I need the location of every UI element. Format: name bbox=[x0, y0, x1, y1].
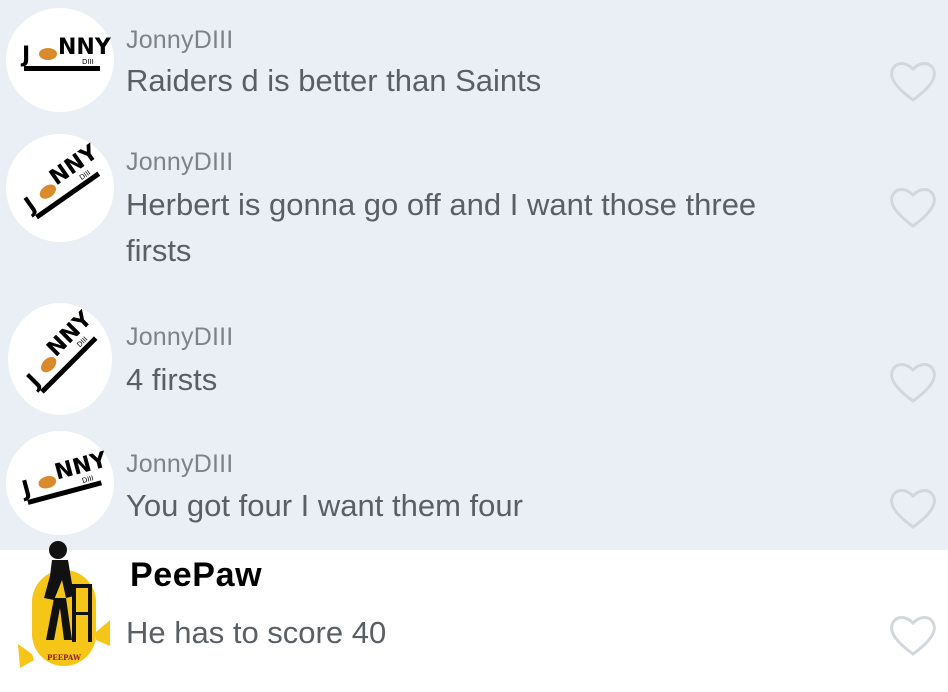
jonny-diii-logo-icon[interactable]: J NNY DIII bbox=[4, 303, 116, 415]
comment-item: J NNY DIII JonnyDIII Raiders d is better… bbox=[0, 0, 948, 120]
heart-outline-icon[interactable] bbox=[887, 184, 939, 230]
comment-text: He has to score 40 bbox=[126, 615, 387, 650]
comment-text: 4 firsts bbox=[126, 362, 218, 397]
comment-username[interactable]: PeePaw bbox=[130, 556, 262, 595]
heart-outline-icon[interactable] bbox=[887, 58, 939, 104]
comment-item: J NNY DIII JonnyDIII 4 firsts bbox=[0, 295, 948, 423]
comment-item-highlighted: PEEPAW PeePaw He has to score 40 bbox=[0, 541, 948, 692]
jonny-diii-logo-icon[interactable]: J NNY DIII bbox=[4, 427, 116, 539]
comment-text: You got four I want them four bbox=[126, 488, 523, 523]
comment-text: Raiders d is better than Saints bbox=[126, 63, 542, 98]
comment-username[interactable]: JonnyDIII bbox=[126, 26, 233, 55]
comment-username[interactable]: JonnyDIII bbox=[126, 450, 233, 479]
heart-outline-icon[interactable] bbox=[887, 612, 939, 658]
heart-outline-icon[interactable] bbox=[887, 359, 939, 405]
comment-username[interactable]: JonnyDIII bbox=[126, 148, 233, 177]
comment-thread: J NNY DIII JonnyDIII Raiders d is better… bbox=[0, 0, 948, 692]
logo-letters: NNY bbox=[58, 35, 112, 60]
jonny-diii-logo-icon[interactable]: J NNY DIII bbox=[4, 132, 116, 244]
heart-outline-icon[interactable] bbox=[887, 485, 939, 531]
comment-item: J NNY DIII JonnyDIII You got four I want… bbox=[0, 423, 948, 550]
comment-username[interactable]: JonnyDIII bbox=[126, 323, 233, 352]
peepaw-walker-icon[interactable]: PEEPAW bbox=[14, 536, 114, 678]
comment-text: Herbert is gonna go off and I want those… bbox=[126, 187, 757, 268]
comment-item: J NNY DIII JonnyDIII Herbert is gonna go… bbox=[0, 120, 948, 295]
avatar-caption: PEEPAW bbox=[47, 653, 81, 662]
jonny-diii-logo-icon[interactable]: J NNY DIII bbox=[4, 4, 116, 116]
logo-letter: J bbox=[20, 43, 30, 68]
logo-sub: DIII bbox=[82, 58, 94, 66]
